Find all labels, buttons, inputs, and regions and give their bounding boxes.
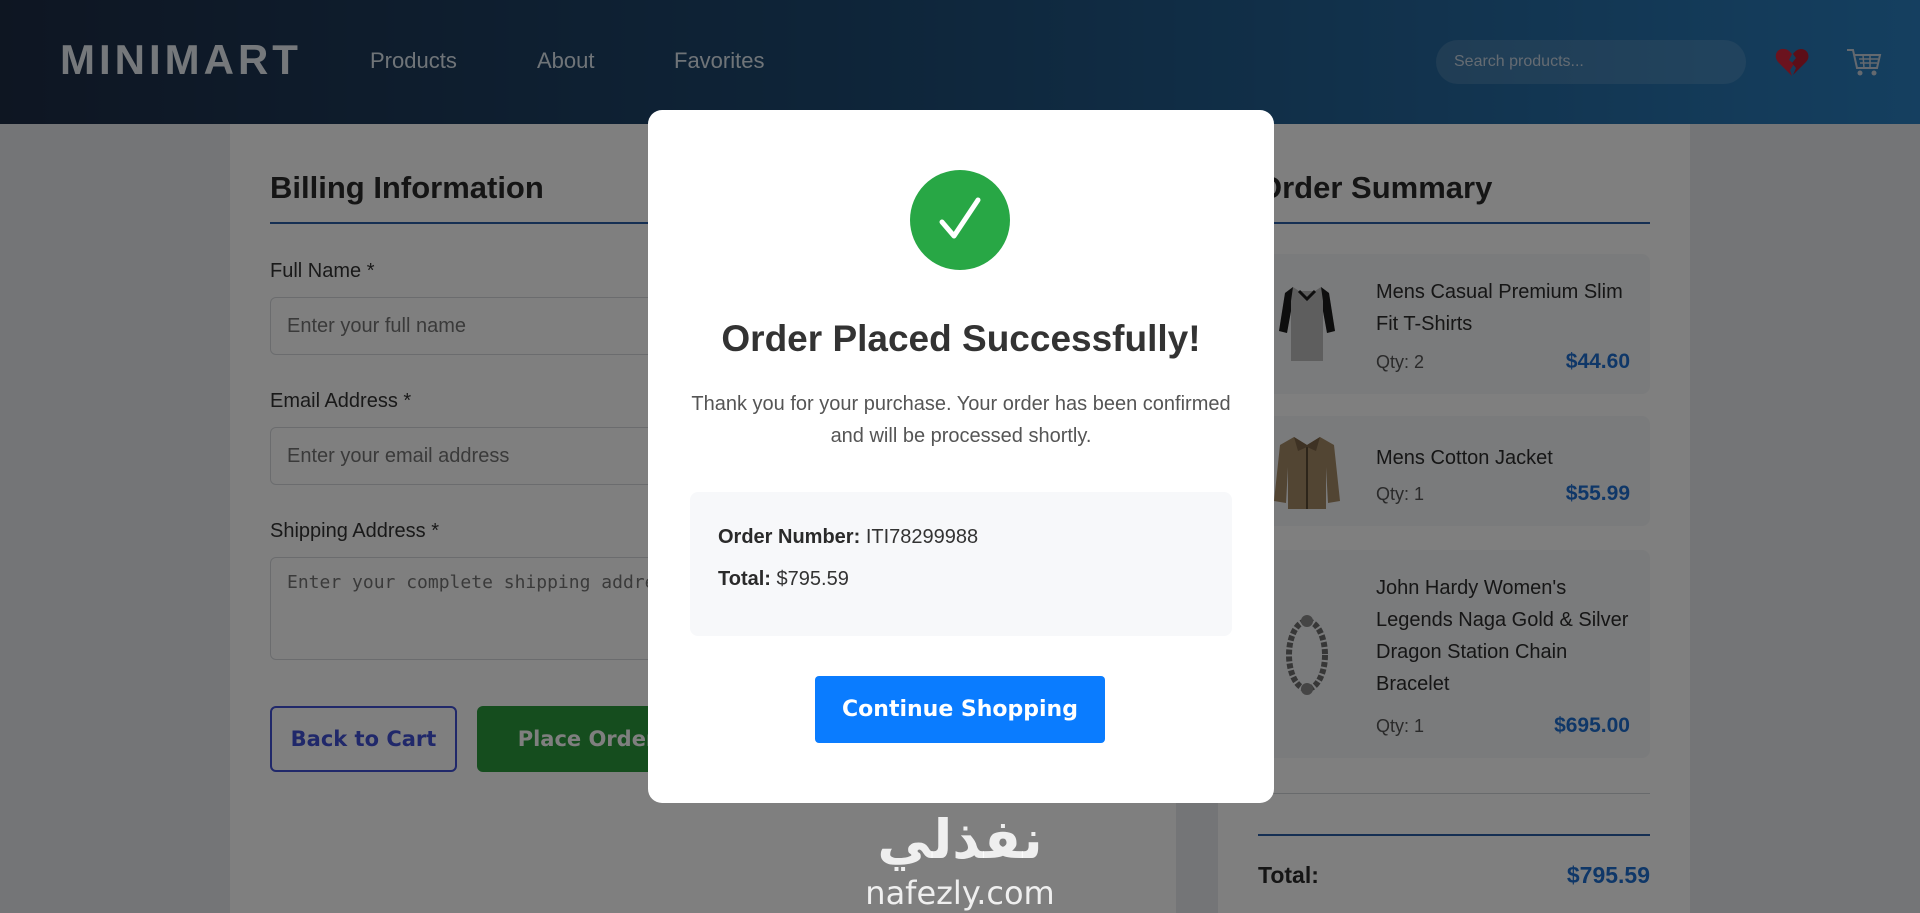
order-details-box: Order Number: ITI78299988 Total: $795.59 bbox=[690, 492, 1232, 636]
order-number-label: Order Number: bbox=[718, 526, 861, 548]
watermark-arabic: نفذلي bbox=[877, 808, 1042, 871]
watermark-logo: نفذلي nafezly.com bbox=[850, 800, 1070, 913]
order-success-modal: Order Placed Successfully! Thank you for… bbox=[648, 110, 1274, 803]
modal-title: Order Placed Successfully! bbox=[721, 318, 1201, 359]
modal-message: Thank you for your purchase. Your order … bbox=[691, 393, 1231, 447]
order-number-value: ITI78299988 bbox=[865, 526, 979, 548]
order-total-value: $795.59 bbox=[776, 568, 849, 590]
order-total-label: Total: bbox=[718, 568, 771, 590]
watermark-url: nafezly.com bbox=[865, 874, 1054, 912]
order-total-line: Total: $795.59 bbox=[718, 568, 849, 591]
order-number-line: Order Number: ITI78299988 bbox=[718, 526, 978, 549]
checkmark-icon bbox=[910, 170, 1010, 270]
continue-shopping-button[interactable]: Continue Shopping bbox=[815, 676, 1105, 743]
